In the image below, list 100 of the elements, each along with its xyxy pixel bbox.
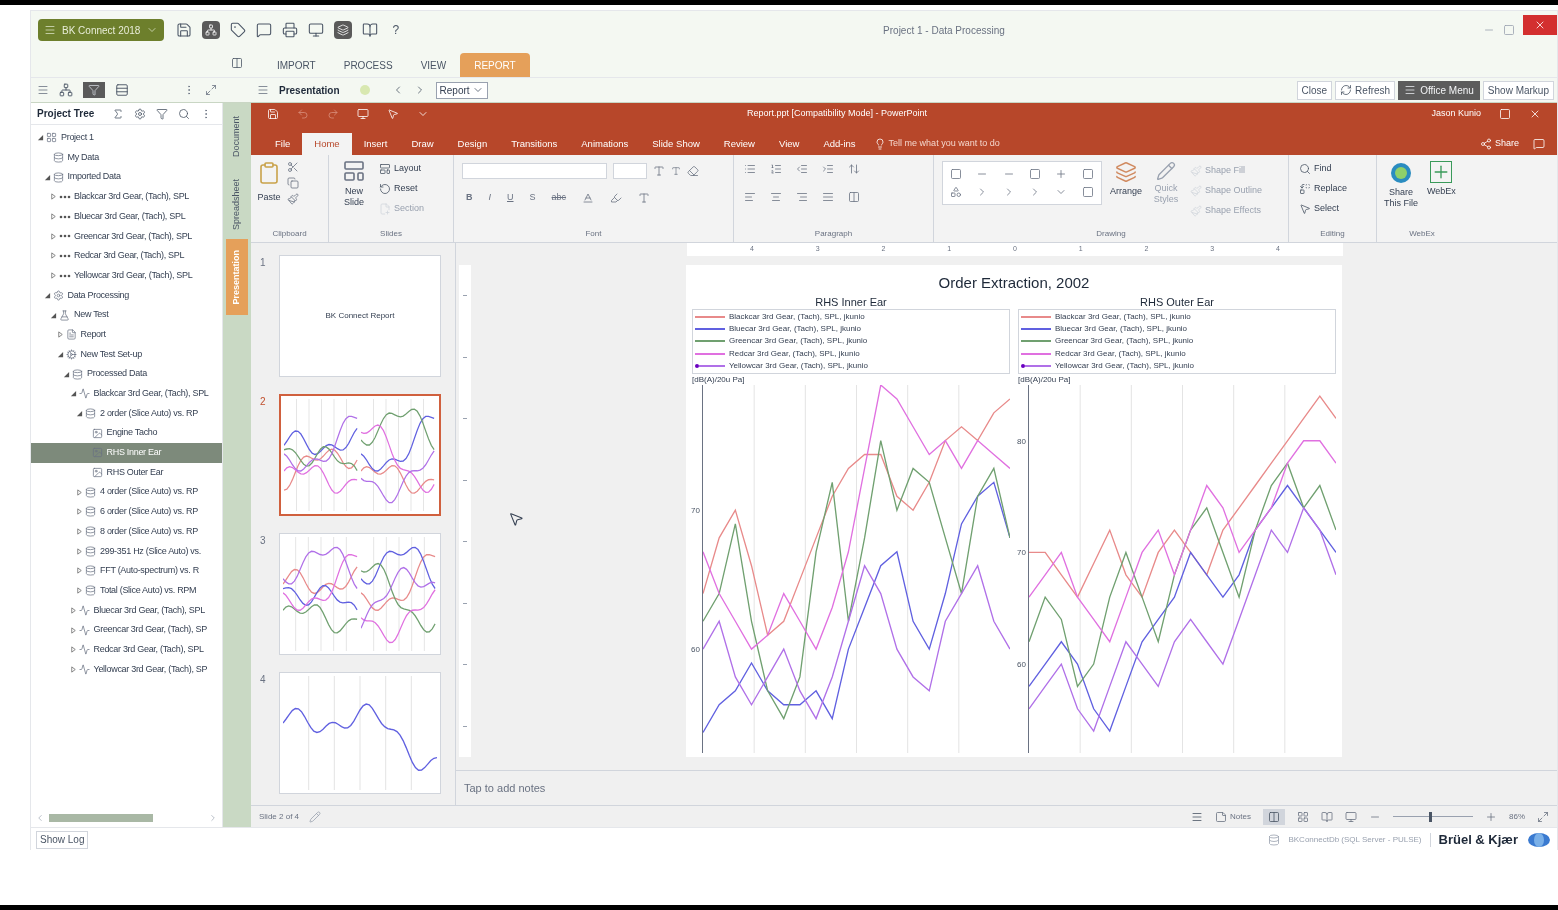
expand-arrow-icon[interactable]	[69, 390, 77, 398]
font-name-field[interactable]	[462, 163, 607, 179]
side-tab[interactable]: Document	[226, 103, 248, 171]
expand-arrow-icon[interactable]	[76, 587, 83, 595]
bullets-icon[interactable]	[744, 163, 756, 175]
expand-arrow-icon[interactable]	[76, 508, 83, 516]
side-tab[interactable]: Spreadsheet	[226, 171, 248, 239]
ribbon-tab[interactable]: File	[263, 133, 303, 155]
outdent-icon[interactable]	[796, 163, 808, 175]
sorter-view-icon[interactable]	[1297, 810, 1309, 823]
expand-arrow-icon[interactable]	[43, 291, 51, 299]
tree-item[interactable]: Redcar 3rd Gear, (Tach), SPL	[31, 246, 222, 266]
ribbon-button[interactable]: Layout	[379, 159, 425, 179]
ribbon-button[interactable]: Select	[1299, 199, 1366, 219]
expand-arrow-icon[interactable]	[50, 193, 57, 201]
network-icon[interactable]	[59, 83, 73, 97]
menu-icon[interactable]	[257, 84, 269, 96]
expand-arrow-icon[interactable]	[69, 646, 77, 654]
expand-arrow-icon[interactable]	[76, 547, 83, 555]
expand-arrow-icon[interactable]	[76, 567, 83, 575]
shape-icon[interactable]	[1029, 168, 1042, 180]
format-button[interactable]: U	[507, 191, 514, 205]
tree-item[interactable]: Total (Slice Auto) vs. RPM	[31, 580, 222, 601]
ribbon-tab[interactable]: View	[766, 133, 812, 155]
columns-icon[interactable]	[848, 191, 860, 203]
shape-icon[interactable]	[950, 186, 963, 198]
slide-thumbnail[interactable]	[279, 394, 441, 516]
tree-item[interactable]: Yellowcar 3rd Gear, (Tach), SP	[31, 659, 222, 680]
office-menu-button[interactable]: Office Menu	[1398, 80, 1480, 100]
format-painter-icon[interactable]	[287, 193, 299, 205]
paste-button[interactable]: Paste	[257, 161, 281, 205]
app-menu-button[interactable]: BK Connect 2018	[38, 19, 165, 41]
expand-arrow-icon[interactable]	[50, 272, 57, 280]
tree-item[interactable]: Greencar 3rd Gear, (Tach), SPL	[31, 226, 222, 247]
expand-arrow-icon[interactable]	[37, 134, 44, 142]
webex-button[interactable]: WebEx	[1427, 161, 1456, 209]
shape-icon[interactable]	[1055, 168, 1068, 180]
spacing-icon[interactable]	[582, 191, 595, 204]
format-button[interactable]: B	[466, 191, 473, 205]
tree-item[interactable]: RHS Outer Ear	[31, 462, 222, 483]
tree-item[interactable]: Report	[31, 324, 222, 345]
scrollbar-thumb[interactable]	[49, 814, 153, 822]
align-center-icon[interactable]	[770, 191, 782, 203]
tree-item[interactable]: Yellowcar 3rd Gear, (Tach), SPL	[31, 265, 222, 286]
expand-arrow-icon[interactable]	[43, 173, 51, 181]
tree-item[interactable]: Bluecar 3rd Gear, (Tach), SPL	[31, 206, 222, 227]
expand-arrow-icon[interactable]	[69, 626, 77, 634]
expand-arrow-icon[interactable]	[50, 252, 57, 260]
help-button[interactable]: ?	[388, 21, 404, 39]
line-spacing-icon[interactable]	[848, 163, 860, 175]
zoom-percentage[interactable]: 86%	[1509, 810, 1525, 823]
normal-view-button[interactable]	[1263, 808, 1285, 825]
share-button[interactable]: Share	[1479, 133, 1519, 155]
search-icon[interactable]	[178, 107, 191, 120]
show-log-button[interactable]: Show Log	[36, 830, 89, 849]
tree-item[interactable]: Imported Data	[31, 167, 222, 188]
tree-item[interactable]: FFT (Auto-spectrum) vs. R	[31, 561, 222, 581]
tree-item[interactable]: Data Processing	[31, 285, 222, 306]
ribbon-tab[interactable]: VIEW	[406, 53, 461, 77]
notes-placeholder[interactable]: Tap to add notes	[464, 779, 546, 797]
toolbar-button[interactable]: Show Markup	[1482, 80, 1554, 100]
shapes-gallery[interactable]	[942, 161, 1102, 205]
tell-me-button[interactable]: Tell me what you want to do	[873, 133, 1000, 155]
ribbon-tab[interactable]: Slide Show	[640, 133, 712, 155]
tree-item[interactable]: Processed Data	[31, 364, 222, 384]
expand-arrow-icon[interactable]	[76, 488, 83, 496]
format-button[interactable]: abc	[551, 191, 567, 205]
save-icon[interactable]	[176, 22, 193, 38]
tree-item[interactable]: 299-351 Hz (Slice Auto) vs.	[31, 541, 222, 562]
share-file-button[interactable]: Share This File	[1383, 161, 1419, 209]
undo-icon[interactable]	[297, 108, 309, 120]
close-icon[interactable]	[1529, 108, 1541, 120]
ribbon-button[interactable]: Find	[1299, 159, 1366, 179]
indent-icon[interactable]	[822, 163, 834, 175]
restore-icon[interactable]	[1499, 108, 1511, 120]
filter-icon[interactable]	[156, 107, 169, 120]
expand-arrow-icon[interactable]	[76, 409, 83, 417]
format-button[interactable]: S	[529, 191, 536, 205]
function-icon[interactable]	[112, 107, 125, 120]
expand-icon[interactable]	[205, 84, 217, 96]
tree-item[interactable]: Project 1	[31, 128, 222, 148]
reading-view-icon[interactable]	[1321, 810, 1333, 823]
chat-icon[interactable]	[256, 22, 273, 38]
zoom-in-icon[interactable]	[1485, 810, 1497, 823]
numbering-icon[interactable]	[770, 163, 782, 175]
columns-icon[interactable]	[231, 57, 243, 69]
menu-icon[interactable]	[1191, 810, 1204, 823]
monitor-icon[interactable]	[308, 22, 325, 38]
tree-item[interactable]: New Test	[31, 305, 222, 325]
shape-icon[interactable]	[950, 168, 963, 180]
expand-arrow-icon[interactable]	[50, 311, 57, 319]
tree-item[interactable]: Blackcar 3rd Gear, (Tach), SPL	[31, 187, 222, 207]
justify-icon[interactable]	[822, 191, 834, 203]
toolbar-toggle[interactable]	[334, 21, 353, 39]
shrink-font-icon[interactable]	[671, 166, 681, 176]
cut-icon[interactable]	[287, 161, 299, 173]
expand-arrow-icon[interactable]	[50, 232, 57, 240]
ribbon-tab[interactable]: Draw	[399, 133, 446, 155]
expand-arrow-icon[interactable]	[56, 350, 64, 358]
report-select[interactable]: Report	[435, 81, 488, 99]
